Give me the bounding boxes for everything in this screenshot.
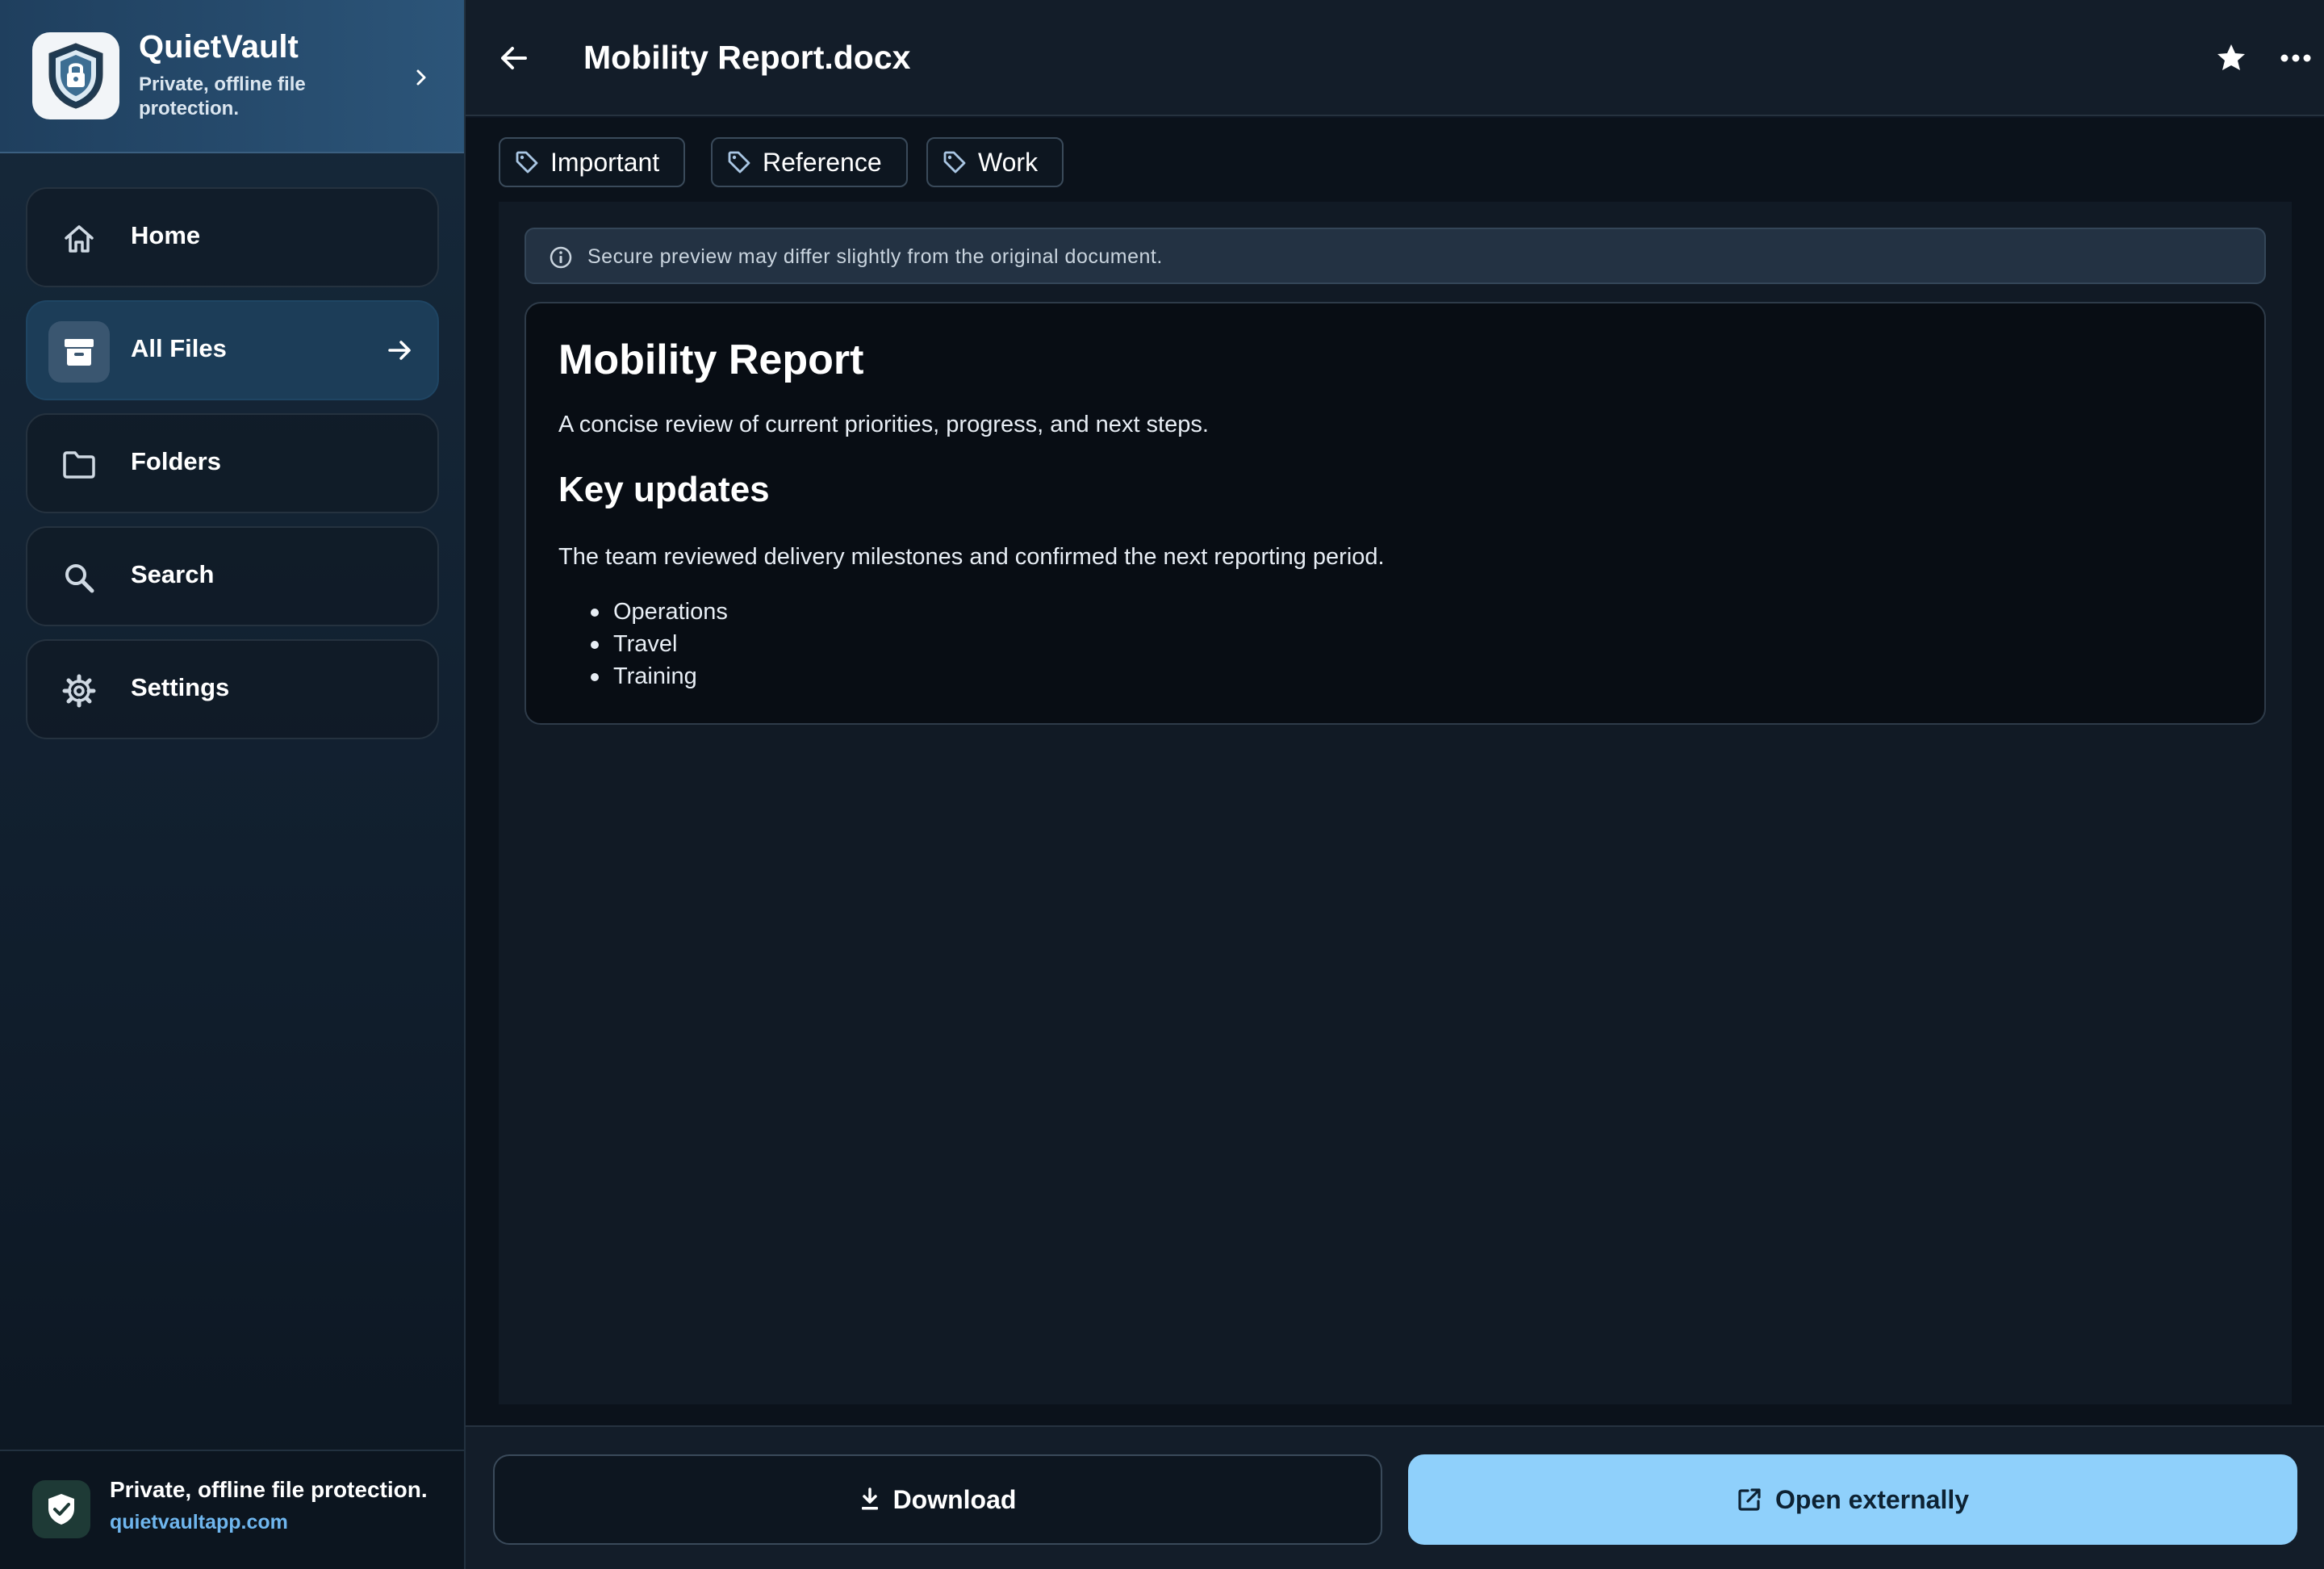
sidebar-footer: Private, offline file protection. quietv… [0, 1450, 464, 1569]
sidebar-item-label: Folders [131, 447, 221, 475]
external-link-icon [1738, 1488, 1761, 1511]
folder-icon [48, 434, 110, 496]
document-content: Mobility Report A concise review of curr… [525, 302, 2266, 725]
info-icon [547, 244, 575, 271]
footer-title: Private, offline file protection. [110, 1477, 428, 1502]
arrow-right-icon [384, 334, 416, 366]
sidebar-item-label: Settings [131, 673, 230, 701]
brand-header[interactable]: QuietVault Private, offline file protect… [0, 0, 464, 153]
gear-icon [48, 660, 110, 722]
section-heading: Key updates [558, 470, 770, 509]
open-externally-button[interactable]: Open externally [1408, 1454, 2297, 1545]
tag-icon [943, 151, 966, 174]
website-link[interactable]: quietvaultapp.com [110, 1511, 288, 1534]
download-button[interactable]: Download [493, 1454, 1382, 1545]
tag-work[interactable]: Work [926, 137, 1064, 187]
top-bar: Mobility Report.docx [466, 0, 2324, 116]
sidebar-item-search[interactable]: Search [26, 526, 439, 626]
shield-check-icon [32, 1480, 90, 1538]
tag-important[interactable]: Important [499, 137, 686, 187]
shield-lock-logo-icon [32, 32, 119, 119]
app-name: QuietVault [139, 29, 299, 65]
home-icon [48, 208, 110, 270]
tag-label: Important [550, 147, 660, 177]
chevron-right-icon[interactable] [405, 61, 437, 94]
list-item: Training [591, 660, 728, 692]
back-button[interactable] [491, 36, 537, 81]
preview-notice: Secure preview may differ slightly from … [525, 228, 2266, 284]
document-subtitle: A concise review of current priorities, … [558, 412, 1209, 437]
page-title: Mobility Report.docx [583, 39, 911, 76]
action-bar: Download Open externally [466, 1425, 2324, 1569]
sidebar-item-all-files[interactable]: All Files [26, 300, 439, 400]
star-icon [2217, 44, 2245, 70]
download-label: Download [892, 1484, 1017, 1514]
search-icon [48, 547, 110, 609]
sidebar-item-label: Search [131, 560, 215, 588]
list-item: Operations [591, 596, 728, 628]
open-externally-label: Open externally [1774, 1484, 1970, 1514]
notice-text: Secure preview may differ slightly from … [587, 245, 1163, 268]
bullet-list: Operations Travel Training [591, 596, 728, 692]
arrow-left-icon [501, 47, 527, 69]
favorite-button[interactable] [2209, 36, 2254, 81]
list-item: Travel [591, 628, 728, 660]
tag-label: Work [978, 147, 1039, 177]
more-horizontal-icon [2280, 54, 2311, 62]
tag-icon [516, 151, 538, 174]
sidebar: QuietVault Private, offline file protect… [0, 0, 466, 1569]
document-preview: Secure preview may differ slightly from … [499, 202, 2292, 1404]
document-heading: Mobility Report [558, 337, 864, 383]
archive-icon [48, 321, 110, 383]
content-area: Important Reference Work Secure preview … [466, 118, 2324, 1425]
sidebar-item-settings[interactable]: Settings [26, 639, 439, 739]
sidebar-item-home[interactable]: Home [26, 187, 439, 287]
sidebar-item-label: All Files [131, 334, 227, 362]
tag-label: Reference [763, 147, 882, 177]
more-options-button[interactable] [2273, 36, 2318, 81]
download-icon [861, 1487, 878, 1510]
sidebar-item-folders[interactable]: Folders [26, 413, 439, 513]
tag-icon [728, 151, 750, 174]
tag-reference[interactable]: Reference [711, 137, 908, 187]
app-tagline: Private, offline file protection. [139, 73, 306, 119]
section-paragraph: The team reviewed delivery milestones an… [558, 544, 1385, 570]
sidebar-item-label: Home [131, 221, 201, 249]
